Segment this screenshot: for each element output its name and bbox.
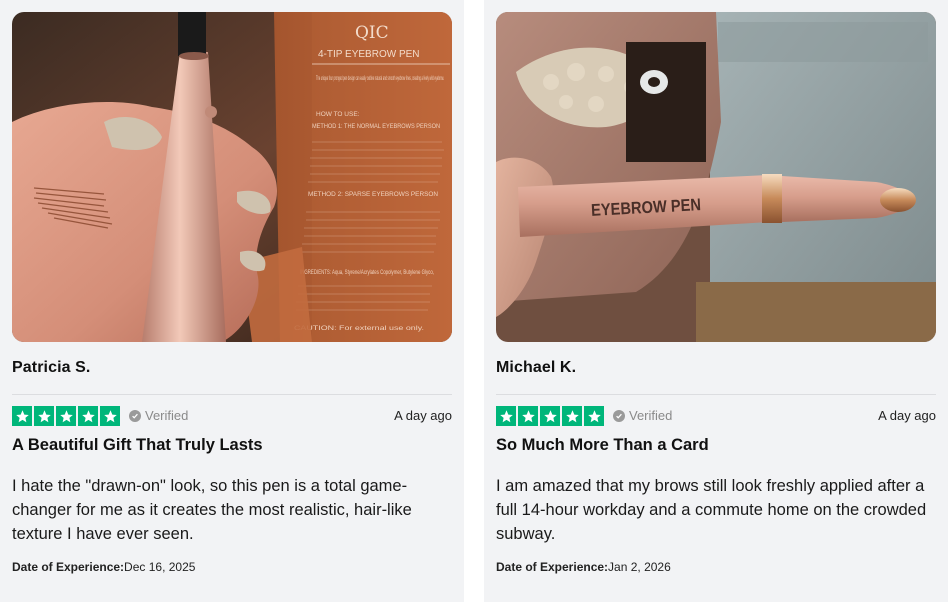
review-body: I am amazed that my brows still look fre… xyxy=(496,477,927,543)
date-of-experience: Date of Experience:Dec 16, 2025 xyxy=(12,560,195,574)
review-card: EYEBROW PEN Michael K. Verified A day ag… xyxy=(484,0,948,602)
product-photo-icon: EYEBROW PEN xyxy=(496,12,936,342)
experience-label: Date of Experience: xyxy=(12,560,125,574)
reviewer-name: Patricia S. xyxy=(12,359,91,376)
check-circle-icon xyxy=(613,409,625,422)
review-title: A Beautiful Gift That Truly Lasts xyxy=(12,436,263,454)
verified-label: Verified xyxy=(629,408,673,423)
star-icon xyxy=(56,406,76,426)
experience-label: Date of Experience: xyxy=(496,560,609,574)
review-title: So Much More Than a Card xyxy=(496,436,709,454)
star-icon xyxy=(100,406,120,426)
star-icon xyxy=(562,406,582,426)
verified-badge: Verified xyxy=(613,408,672,423)
box-method1-text: METHOD 1: THE NORMAL EYEBROWS PERSON xyxy=(312,123,440,130)
star-icon xyxy=(540,406,560,426)
star-icon xyxy=(518,406,538,426)
star-icon xyxy=(34,406,54,426)
box-caution-text: CAUTION: For external use only. xyxy=(294,325,424,332)
review-body: I hate the "drawn-on" look, so this pen … xyxy=(12,477,412,543)
star-icon xyxy=(496,406,516,426)
rating-row: Verified A day ago xyxy=(12,406,452,428)
star-rating xyxy=(12,406,120,426)
product-photo-icon: QIC 4-TIP EYEBROW PEN The unique four pr… xyxy=(12,12,452,342)
box-intro-text: The unique four pronged pen design can e… xyxy=(316,75,444,82)
rating-row: Verified A day ago xyxy=(496,406,936,428)
divider xyxy=(496,394,936,395)
star-icon xyxy=(78,406,98,426)
reviewer-name: Michael K. xyxy=(496,359,577,376)
review-photo[interactable]: QIC 4-TIP EYEBROW PEN The unique four pr… xyxy=(12,12,452,342)
box-ingredients-text: INGREDIENTS: Aqua, Styrene/Acrylates Cop… xyxy=(300,269,434,276)
box-brand-text: QIC xyxy=(355,23,389,43)
star-icon xyxy=(12,406,32,426)
review-photo[interactable]: EYEBROW PEN xyxy=(496,12,936,342)
experience-date: Jan 2, 2026 xyxy=(608,560,671,574)
review-card: QIC 4-TIP EYEBROW PEN The unique four pr… xyxy=(0,0,464,602)
star-rating xyxy=(496,406,604,426)
review-date: A day ago xyxy=(394,408,452,423)
box-product-text: 4-TIP EYEBROW PEN xyxy=(318,49,420,60)
experience-date: Dec 16, 2025 xyxy=(124,560,196,574)
review-date: A day ago xyxy=(878,408,936,423)
verified-label: Verified xyxy=(145,408,189,423)
box-howto-text: HOW TO USE: xyxy=(316,111,360,118)
check-circle-icon xyxy=(129,409,141,422)
verified-badge: Verified xyxy=(129,408,188,423)
divider xyxy=(12,394,452,395)
reviews-page: QIC 4-TIP EYEBROW PEN The unique four pr… xyxy=(0,0,949,602)
date-of-experience: Date of Experience:Jan 2, 2026 xyxy=(496,560,671,574)
star-icon xyxy=(584,406,604,426)
box-method2-text: METHOD 2: SPARSE EYEBROWS PERSON xyxy=(308,191,438,198)
